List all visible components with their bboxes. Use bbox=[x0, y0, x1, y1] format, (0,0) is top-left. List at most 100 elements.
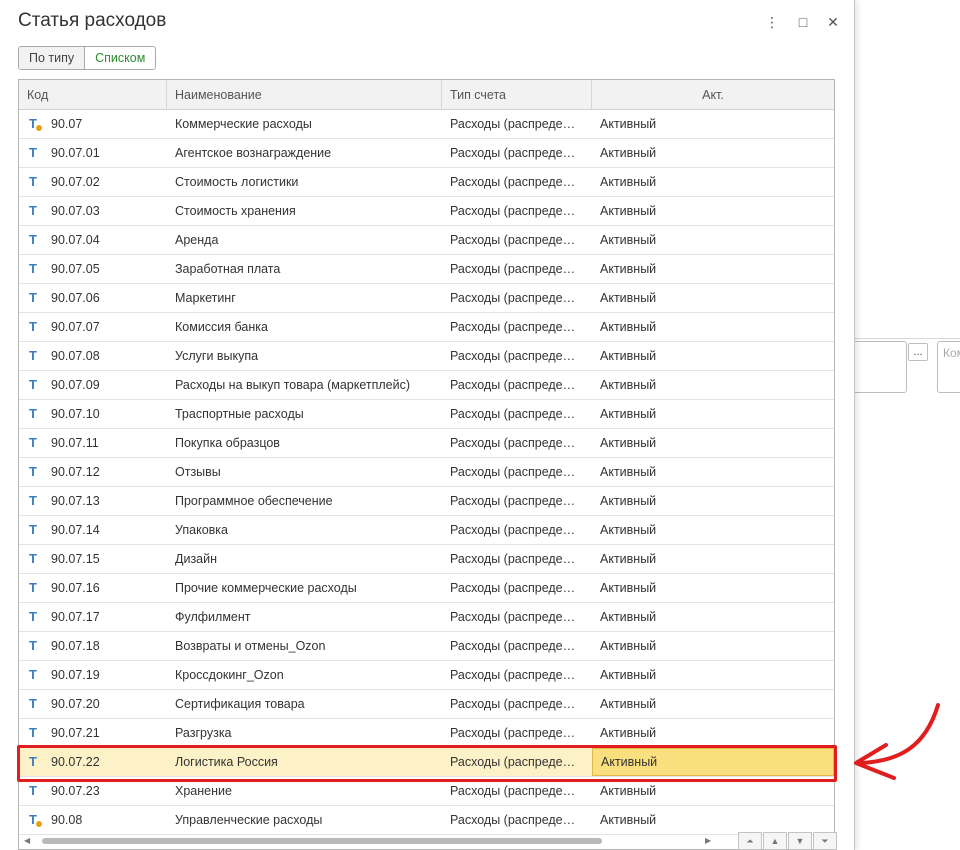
cell-type: Расходы (распреде… bbox=[450, 552, 576, 566]
table-row[interactable]: T 90.07 Коммерческие расходы Расходы (распр… bbox=[19, 110, 834, 139]
row-code: 90.07.22 bbox=[51, 755, 100, 769]
scroll-right-icon[interactable]: ▶ bbox=[705, 835, 711, 847]
column-header-name[interactable]: Наименование bbox=[167, 80, 442, 110]
bg-select-button[interactable]: ... bbox=[908, 343, 928, 361]
more-icon[interactable]: ⋮ bbox=[762, 12, 782, 32]
cell-type: Расходы (распреде… bbox=[450, 291, 576, 305]
horizontal-scrollbar[interactable]: ◀ ▶ bbox=[20, 835, 720, 847]
first-page-icon[interactable]: ⏶ bbox=[738, 832, 762, 850]
cell-code: T 90.07.09 bbox=[19, 371, 167, 399]
close-icon[interactable]: ✕ bbox=[823, 12, 843, 32]
table-row[interactable]: T 90.07.15 Дизайн Расходы (распреде… Активны… bbox=[19, 545, 834, 574]
account-icon: T bbox=[29, 174, 37, 189]
cell-type: Расходы (распреде… bbox=[450, 436, 576, 450]
table-row[interactable]: T 90.07.12 Отзывы Расходы (распреде… Активны… bbox=[19, 458, 834, 487]
account-icon: T bbox=[29, 580, 37, 595]
cell-name: Сертификация товара bbox=[175, 697, 305, 711]
cell-code: T 90.07 bbox=[19, 110, 167, 138]
table-row[interactable]: T 90.07.08 Услуги выкупа Расходы (распреде…… bbox=[19, 342, 834, 371]
table-row[interactable]: T 90.07.17 Фулфилмент Расходы (распреде… Акт… bbox=[19, 603, 834, 632]
column-header-act[interactable]: Акт. bbox=[592, 80, 834, 110]
cell-act: Активный bbox=[600, 784, 657, 798]
cell-name: Упаковка bbox=[175, 523, 228, 537]
table-row[interactable]: T 90.07.05 Заработная плата Расходы (распре… bbox=[19, 255, 834, 284]
cell-type: Расходы (распреде… bbox=[450, 204, 576, 218]
cell-type: Расходы (распреде… bbox=[450, 378, 576, 392]
cell-act: Активный bbox=[600, 233, 657, 247]
account-icon: T bbox=[29, 493, 37, 508]
table-row[interactable]: T 90.08 Управленческие расходы Расходы (рас… bbox=[19, 806, 834, 835]
table-row[interactable]: T 90.07.20 Сертификация товара Расходы (рас… bbox=[19, 690, 834, 719]
expense-items-table: Код Наименование Тип счета Акт. T 90.07 Ко… bbox=[18, 79, 835, 850]
prev-page-icon[interactable]: ▲ bbox=[763, 832, 787, 850]
cell-code: T 90.07.10 bbox=[19, 400, 167, 428]
table-row[interactable]: T 90.07.07 Комиссия банка Расходы (распреде… bbox=[19, 313, 834, 342]
row-code: 90.07.07 bbox=[51, 320, 100, 334]
cell-act: Активный bbox=[600, 378, 657, 392]
row-code: 90.07.04 bbox=[51, 233, 100, 247]
cell-act: Активный bbox=[600, 146, 657, 160]
maximize-icon[interactable]: □ bbox=[793, 12, 813, 32]
cell-code: T 90.07.07 bbox=[19, 313, 167, 341]
table-row[interactable]: T 90.07.03 Стоимость хранения Расходы (расп… bbox=[19, 197, 834, 226]
account-icon: T bbox=[29, 696, 37, 711]
table-row[interactable]: T 90.07.22 Логистика Россия Расходы (распре… bbox=[19, 748, 834, 777]
table-row[interactable]: T 90.07.02 Стоимость логистики Расходы (рас… bbox=[19, 168, 834, 197]
table-row[interactable]: T 90.07.04 Аренда Расходы (распреде… Активны… bbox=[19, 226, 834, 255]
table-row[interactable]: T 90.07.14 Упаковка Расходы (распреде… Актив… bbox=[19, 516, 834, 545]
table-row[interactable]: T 90.07.18 Возвраты и отмены_Ozon Расходы (… bbox=[19, 632, 834, 661]
cell-code: T 90.07.02 bbox=[19, 168, 167, 196]
expense-item-dialog: Статья расходов ⋮ □ ✕ По типу Списком Ко… bbox=[0, 0, 855, 850]
table-row[interactable]: T 90.07.06 Маркетинг Расходы (распреде… Акти… bbox=[19, 284, 834, 313]
row-code: 90.07.18 bbox=[51, 639, 100, 653]
last-page-icon[interactable]: ⏷ bbox=[813, 832, 837, 850]
cell-act: Активный bbox=[600, 407, 657, 421]
row-code: 90.07.10 bbox=[51, 407, 100, 421]
account-icon: T bbox=[29, 203, 37, 218]
cell-act: Активный bbox=[600, 523, 657, 537]
row-code: 90.07.19 bbox=[51, 668, 100, 682]
cell-act: Активный bbox=[600, 291, 657, 305]
scroll-left-icon[interactable]: ◀ bbox=[24, 835, 30, 847]
next-page-icon[interactable]: ▼ bbox=[788, 832, 812, 850]
table-row[interactable]: T 90.07.11 Покупка образцов Расходы (распре… bbox=[19, 429, 834, 458]
table-row[interactable]: T 90.07.16 Прочие коммерческие расходы Расх… bbox=[19, 574, 834, 603]
group-marker-icon bbox=[36, 125, 42, 131]
cell-name: Логистика Россия bbox=[175, 755, 278, 769]
account-icon: T bbox=[29, 261, 37, 276]
table-row[interactable]: T 90.07.10 Траспортные расходы Расходы (рас… bbox=[19, 400, 834, 429]
table-row[interactable]: T 90.07.23 Хранение Расходы (распреде… Актив… bbox=[19, 777, 834, 806]
cell-name: Агентское вознаграждение bbox=[175, 146, 332, 160]
cell-type: Расходы (распреде… bbox=[450, 697, 576, 711]
cell-act: Активный bbox=[600, 813, 657, 827]
cell-name: Покупка образцов bbox=[175, 436, 280, 450]
cell-type: Расходы (распреде… bbox=[450, 320, 576, 334]
annotation-arrow-icon bbox=[854, 703, 940, 780]
view-list-button[interactable]: Списком bbox=[84, 47, 156, 69]
cell-code: T 90.07.01 bbox=[19, 139, 167, 167]
cell-name: Аренда bbox=[175, 233, 219, 247]
account-icon: T bbox=[29, 435, 37, 450]
cell-name: Маркетинг bbox=[175, 291, 236, 305]
cell-name: Траспортные расходы bbox=[175, 407, 304, 421]
bg-input-field[interactable] bbox=[855, 341, 907, 393]
column-header-type[interactable]: Тип счета bbox=[442, 80, 592, 110]
cell-name: Разгрузка bbox=[175, 726, 232, 740]
table-row[interactable]: T 90.07.09 Расходы на выкуп товара (маркет… bbox=[19, 371, 834, 400]
table-row[interactable]: T 90.07.19 Кроссдокинг_Ozon Расходы (распре… bbox=[19, 661, 834, 690]
cell-code: T 90.07.04 bbox=[19, 226, 167, 254]
account-icon: T bbox=[29, 754, 37, 769]
row-code: 90.07.15 bbox=[51, 552, 100, 566]
row-code: 90.07.11 bbox=[51, 436, 99, 450]
table-row[interactable]: T 90.07.13 Программное обеспечение Расходы … bbox=[19, 487, 834, 516]
cell-name: Отзывы bbox=[175, 465, 221, 479]
table-row[interactable]: T 90.07.01 Агентское вознаграждение Расходы… bbox=[19, 139, 834, 168]
cell-type: Расходы (распреде… bbox=[450, 494, 576, 508]
table-row[interactable]: T 90.07.21 Разгрузка Расходы (распреде… Акти… bbox=[19, 719, 834, 748]
cell-type: Расходы (распреде… bbox=[450, 726, 576, 740]
scroll-thumb[interactable] bbox=[42, 838, 602, 844]
column-header-code[interactable]: Код bbox=[19, 80, 167, 110]
cell-code: T 90.07.18 bbox=[19, 632, 167, 660]
cell-name: Услуги выкупа bbox=[175, 349, 259, 363]
view-by-type-button[interactable]: По типу bbox=[19, 47, 85, 69]
